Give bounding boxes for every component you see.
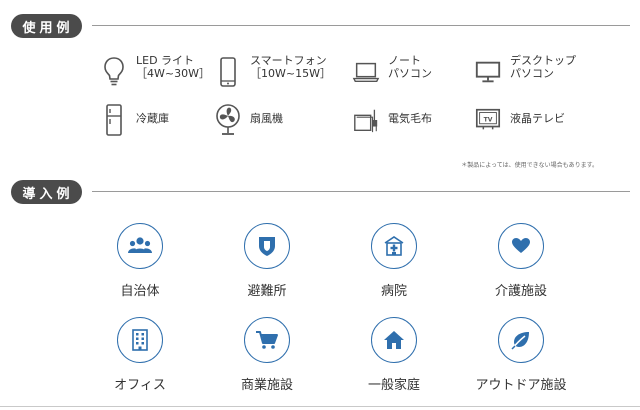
smartphone-icon — [214, 54, 242, 90]
case-nursing-facility: 介護施設 — [461, 223, 581, 299]
usage-item-title: 冷蔵庫 — [136, 112, 169, 125]
usage-item-title: デスクトップ — [510, 54, 576, 67]
case-label: 自治体 — [120, 284, 160, 299]
usage-item-title: 液晶テレビ — [510, 112, 565, 125]
case-hospital: 病院 — [334, 223, 454, 299]
office-building-icon — [117, 317, 163, 363]
usage-item-refrigerator: 冷蔵庫 — [100, 102, 169, 138]
laptop-icon — [352, 54, 380, 90]
hospital-icon — [371, 223, 417, 269]
header-divider — [92, 25, 630, 26]
usage-item-title: スマートフォン — [250, 54, 327, 67]
shopping-cart-icon — [244, 317, 290, 363]
usage-item-subtitle: ［10W~15W］ — [250, 67, 331, 80]
case-label: 一般家庭 — [367, 378, 420, 393]
people-icon — [117, 223, 163, 269]
case-evacuation-shelter: 避難所 — [207, 223, 327, 299]
usage-header-label: 使用例 — [11, 14, 82, 38]
usage-item-lcd-tv: TV 液晶テレビ — [474, 102, 565, 138]
usage-item-subtitle: パソコン — [388, 67, 432, 80]
leaf-icon — [498, 317, 544, 363]
usage-item-subtitle: ［4W~30W］ — [136, 67, 210, 80]
case-label: アウトドア施設 — [475, 378, 567, 393]
adoption-header-label: 導入例 — [11, 180, 82, 204]
usage-item-led-light: LED ライト ［4W~30W］ — [100, 54, 210, 90]
usage-item-laptop: ノート パソコン — [352, 54, 432, 90]
usage-item-title: ノート — [388, 54, 421, 67]
refrigerator-icon — [100, 102, 128, 138]
case-office: オフィス — [80, 317, 200, 393]
electric-blanket-icon — [352, 102, 380, 138]
desktop-monitor-icon — [474, 54, 502, 90]
heart-icon — [498, 223, 544, 269]
usage-item-title: 扇風機 — [250, 112, 283, 125]
usage-item-subtitle: パソコン — [510, 67, 554, 80]
usage-item-title: LED ライト — [136, 54, 195, 67]
usage-item-title: 電気毛布 — [388, 112, 432, 125]
adoption-section-header: 導入例 — [0, 180, 640, 204]
usage-item-electric-fan: 扇風機 — [214, 102, 283, 138]
case-label: 介護施設 — [494, 284, 547, 299]
case-label: 商業施設 — [240, 378, 293, 393]
electric-fan-icon — [214, 102, 242, 138]
case-household: 一般家庭 — [334, 317, 454, 393]
usage-item-smartphone: スマートフォン ［10W~15W］ — [214, 54, 331, 90]
case-outdoor-facility: アウトドア施設 — [461, 317, 581, 393]
usage-item-desktop-pc: デスクトップ パソコン — [474, 54, 576, 90]
header-divider — [92, 191, 630, 192]
tv-icon-text: TV — [484, 116, 493, 123]
lcd-tv-icon: TV — [474, 102, 502, 138]
usage-item-electric-blanket: 電気毛布 — [352, 102, 432, 138]
house-icon — [371, 317, 417, 363]
case-label: オフィス — [114, 378, 166, 393]
case-municipality: 自治体 — [80, 223, 200, 299]
usage-section-header: 使用例 — [0, 14, 640, 38]
footnote: ＊製品によっては、使用できない場合もあります。 — [461, 162, 598, 169]
case-label: 病院 — [380, 284, 407, 299]
light-bulb-icon — [100, 54, 128, 90]
case-commercial-facility: 商業施設 — [207, 317, 327, 393]
footer-divider — [0, 406, 640, 407]
case-label: 避難所 — [247, 284, 287, 299]
shield-icon — [244, 223, 290, 269]
